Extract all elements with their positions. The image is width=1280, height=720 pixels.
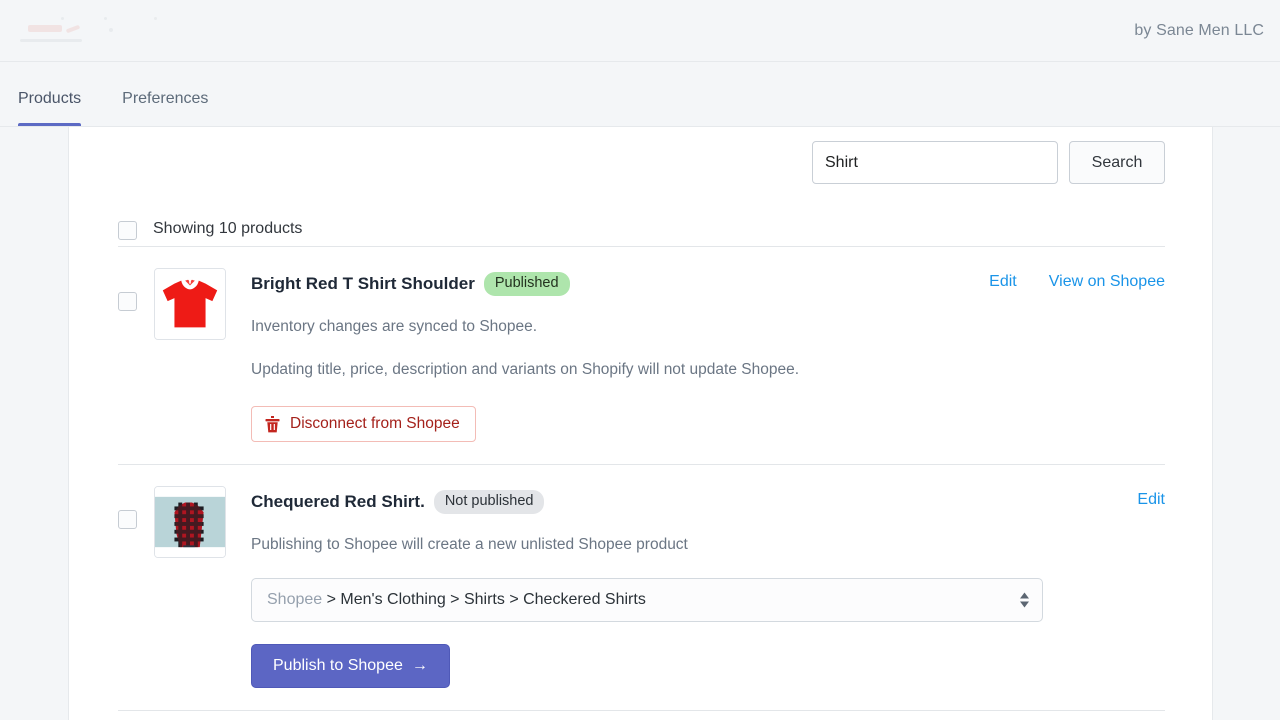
product-info: Bright Red T Shirt Shoulder Published In… — [251, 268, 983, 442]
table-row: Bright Red T Shirt Shoulder Published In… — [118, 247, 1165, 465]
row-checkbox[interactable] — [118, 510, 137, 529]
shopee-category-select[interactable]: Shopee > Men's Clothing > Shirts > Check… — [251, 578, 1043, 622]
product-title: Chequered Red Shirt. — [251, 492, 425, 512]
products-card: Search Showing 10 products Bright Red T … — [68, 127, 1213, 720]
showing-products-label: Showing 10 products — [153, 220, 302, 240]
table-row — [118, 711, 1165, 720]
app-byline: by Sane Men LLC — [1134, 22, 1266, 40]
chevron-updown-icon — [1020, 593, 1029, 608]
trash-icon — [265, 416, 280, 433]
table-row: Chequered Red Shirt. Not published Publi… — [118, 465, 1165, 711]
select-all-checkbox[interactable] — [118, 221, 137, 240]
product-publish-note: Publishing to Shopee will create a new u… — [251, 532, 831, 557]
page-body: Search Showing 10 products Bright Red T … — [0, 127, 1280, 720]
tab-products[interactable]: Products — [18, 90, 81, 126]
publish-to-shopee-button[interactable]: Publish to Shopee → — [251, 644, 450, 688]
product-title-line: Chequered Red Shirt. Not published — [251, 489, 1131, 515]
chequered-red-shirt-icon — [155, 487, 225, 557]
category-path: > Men's Clothing > Shirts > Checkered Sh… — [322, 591, 646, 608]
app-logo — [16, 11, 196, 51]
bright-red-tshirt-icon — [155, 269, 225, 339]
arrow-right-icon: → — [412, 657, 428, 675]
product-title: Bright Red T Shirt Shoulder — [251, 274, 475, 294]
status-badge: Not published — [434, 490, 545, 514]
edit-link[interactable]: Edit — [1131, 491, 1165, 509]
product-sync-note: Inventory changes are synced to Shopee. — [251, 314, 831, 339]
product-thumbnail[interactable] — [154, 268, 226, 340]
publish-label: Publish to Shopee — [273, 657, 403, 675]
view-on-shopee-link[interactable]: View on Shopee — [1049, 273, 1165, 291]
disconnect-label: Disconnect from Shopee — [290, 415, 460, 433]
disconnect-from-shopee-button[interactable]: Disconnect from Shopee — [251, 406, 476, 442]
product-thumbnail[interactable] — [154, 486, 226, 558]
row-actions: Edit — [1131, 490, 1165, 509]
row-checkbox[interactable] — [118, 292, 137, 311]
shopee-category-value: Shopee > Men's Clothing > Shirts > Check… — [267, 591, 646, 609]
tab-preferences[interactable]: Preferences — [122, 90, 208, 126]
main-tab-bar: Products Preferences — [0, 62, 1280, 127]
search-row: Search — [69, 127, 1212, 184]
product-update-note: Updating title, price, description and v… — [251, 357, 831, 382]
product-info: Chequered Red Shirt. Not published Publi… — [251, 486, 1131, 688]
list-header: Showing 10 products — [118, 184, 1165, 247]
search-input[interactable] — [812, 141, 1058, 184]
search-button[interactable]: Search — [1069, 141, 1165, 184]
product-title-line: Bright Red T Shirt Shoulder Published — [251, 271, 983, 297]
tab-preferences-label: Preferences — [122, 90, 208, 107]
app-top-bar: by Sane Men LLC — [0, 0, 1280, 62]
row-actions: Edit View on Shopee — [983, 272, 1165, 291]
edit-link[interactable]: Edit — [983, 273, 1017, 291]
status-badge: Published — [484, 272, 570, 296]
left-gutter — [0, 127, 68, 720]
category-prefix: Shopee — [267, 591, 322, 608]
tab-products-label: Products — [18, 90, 81, 107]
